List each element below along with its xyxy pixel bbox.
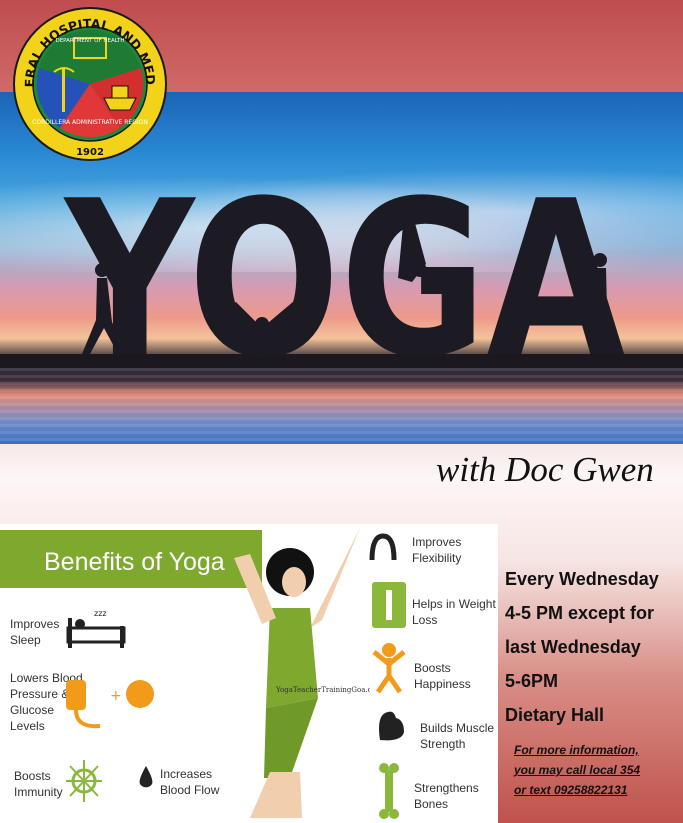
schedule-venue: Dietary Hall	[505, 705, 605, 725]
contact-info: For more information, you may call local…	[514, 740, 683, 800]
muscle-arm-icon	[379, 711, 404, 741]
bone-icon	[379, 763, 399, 819]
benefit-immunity: Boosts Immunity	[14, 769, 63, 799]
contact-line-3: or text 09258822131	[514, 783, 628, 797]
blood-pressure-icon: +	[66, 680, 154, 729]
yoga-headline: YOGA	[63, 154, 625, 405]
contact-line-1: For more information,	[514, 743, 639, 757]
virus-icon	[66, 760, 102, 802]
schedule-line-2: 4-5 PM except for	[505, 603, 655, 623]
schedule-line-1: Every Wednesday	[505, 569, 659, 589]
seal-region-text: CORDILLERA ADMINISTRATIVE REGION	[32, 119, 148, 126]
benefit-flexibility: Improves Flexibility	[412, 535, 462, 565]
scale-body-icon	[372, 582, 406, 628]
flexibility-icon	[369, 533, 397, 561]
svg-text:zzz: zzz	[94, 609, 107, 618]
happy-person-icon	[372, 643, 406, 694]
seal-department-text: DEPARTMENT OF HEALTH	[55, 38, 124, 44]
benefit-bones: Strengthens Bones	[414, 781, 479, 811]
schedule-line-4: 5-6PM	[505, 671, 559, 691]
benefits-title: Benefits of Yoga	[44, 548, 225, 576]
yoga-dancer-illustration: YogaTeacherTrainingGoa.com	[234, 528, 370, 818]
blood-drop-icon	[139, 766, 153, 788]
benefit-sleep: Improves Sleep	[10, 617, 60, 647]
contact-line-2: you may call local 354	[514, 763, 641, 777]
bed-icon: zzz	[66, 609, 126, 648]
benefit-weight-loss: Helps in Weight Loss	[412, 597, 496, 627]
schedule-block: Every Wednesday 4-5 PM except for last W…	[505, 562, 683, 732]
benefit-muscle-strength: Builds Muscle Strength	[420, 721, 495, 751]
infographic-watermark: YogaTeacherTrainingGoa.com	[275, 686, 370, 694]
benefits-infographic: Benefits of Yoga Improves Sleep zzz Lowe…	[0, 524, 498, 823]
benefit-happiness: Boosts Happiness	[414, 661, 471, 691]
seal-year-text: 1902	[76, 147, 104, 158]
schedule-line-3: last Wednesday	[505, 637, 641, 657]
instructor-tagline: with Doc Gwen	[436, 450, 654, 489]
hospital-seal-logo: BAGUIO GENERAL HOSPITAL AND MEDICAL CENT…	[7, 0, 168, 162]
svg-text:+: +	[110, 688, 122, 704]
